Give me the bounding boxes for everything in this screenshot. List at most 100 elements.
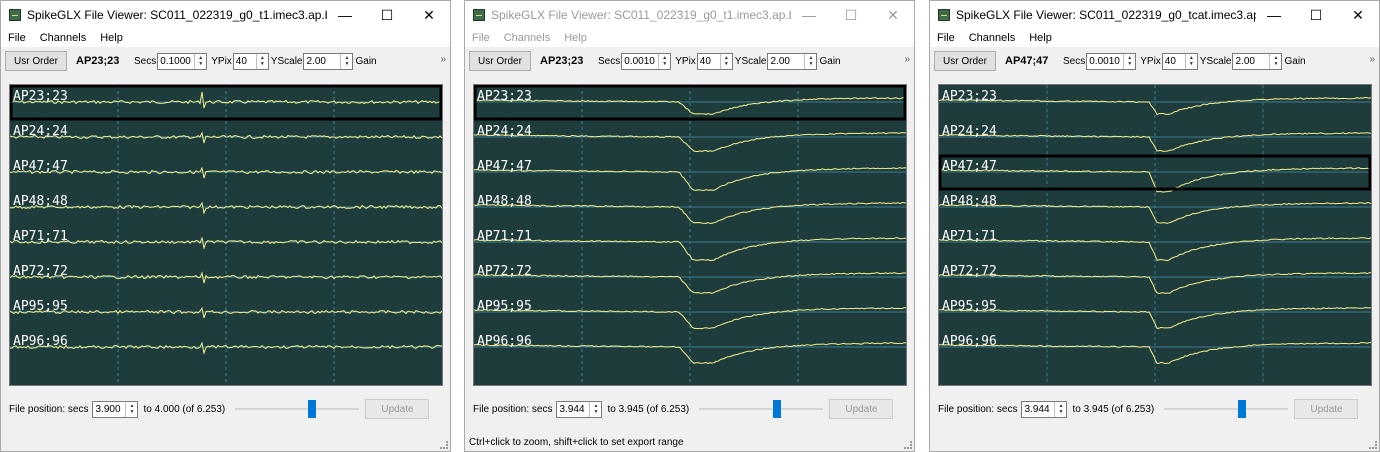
channel-label[interactable]: AP72;72 bbox=[13, 264, 68, 279]
secs-spinbox[interactable]: 0.0010 ▲ ▼ bbox=[621, 52, 672, 70]
trace-canvas[interactable]: AP23;23 AP24;24 AP47;47 AP48;48 AP71;71 AP72;… bbox=[10, 85, 442, 385]
secs-spinbox[interactable]: 0.1000 ▲ ▼ bbox=[157, 52, 208, 70]
channel-label[interactable]: AP47;47 bbox=[942, 159, 997, 174]
channel-label[interactable]: AP72;72 bbox=[942, 264, 997, 279]
channel-label[interactable]: AP71;71 bbox=[942, 229, 997, 244]
toolbar-overflow-chevron-icon[interactable]: » bbox=[904, 54, 910, 65]
secs-spinbox[interactable]: 0.0010 ▲ ▼ bbox=[1086, 52, 1137, 70]
file-position-slider[interactable] bbox=[699, 400, 824, 418]
spin-arrows-icon[interactable]: ▲ ▼ bbox=[1184, 53, 1197, 69]
spin-arrows-icon[interactable]: ▲ ▼ bbox=[194, 53, 206, 69]
channel-label[interactable]: AP72;72 bbox=[477, 264, 532, 279]
file-range-text: to 3.945 (of 6.253) bbox=[1072, 403, 1155, 415]
trace-canvas[interactable]: AP23;23 AP24;24 AP47;47 AP48;48 AP71;71 AP72;… bbox=[474, 85, 906, 385]
resize-grip-icon[interactable] bbox=[440, 441, 448, 449]
channel-label[interactable]: AP95;95 bbox=[13, 299, 68, 314]
resize-grip-icon[interactable] bbox=[904, 441, 912, 449]
file-position-spinbox[interactable]: 3.944 ▲ ▼ bbox=[556, 400, 603, 418]
ypix-spinbox[interactable]: 40 ▲ ▼ bbox=[1161, 52, 1198, 70]
spin-arrows-icon[interactable]: ▲ ▼ bbox=[1269, 53, 1281, 69]
channel-label[interactable]: AP95;95 bbox=[942, 299, 997, 314]
update-button[interactable]: Update bbox=[829, 399, 894, 419]
file-position-value: 3.944 bbox=[1024, 403, 1050, 415]
channel-label[interactable]: AP47;47 bbox=[477, 159, 532, 174]
channel-label[interactable]: AP96;96 bbox=[942, 334, 997, 349]
resize-grip-icon[interactable] bbox=[1369, 441, 1377, 449]
channel-label[interactable]: AP95;95 bbox=[477, 299, 532, 314]
close-button[interactable]: ✕ bbox=[1337, 1, 1379, 29]
minimize-button[interactable]: — bbox=[324, 1, 366, 29]
file-position-slider[interactable] bbox=[235, 400, 360, 418]
channel-label[interactable]: AP23;23 bbox=[942, 89, 997, 104]
minimize-button[interactable]: — bbox=[788, 1, 830, 29]
channel-label[interactable]: AP24;24 bbox=[942, 124, 997, 139]
spin-arrows-icon[interactable]: ▲ ▼ bbox=[255, 53, 268, 69]
maximize-button[interactable]: ☐ bbox=[1295, 1, 1337, 29]
file-position-slider[interactable] bbox=[1164, 400, 1289, 418]
channel-label[interactable]: AP71;71 bbox=[477, 229, 532, 244]
slider-track bbox=[699, 408, 824, 410]
menu-file[interactable]: File bbox=[930, 32, 962, 44]
update-button[interactable]: Update bbox=[365, 399, 430, 419]
channel-label[interactable]: AP96;96 bbox=[13, 334, 68, 349]
channel-label[interactable]: AP23;23 bbox=[13, 89, 68, 104]
menu-help[interactable]: Help bbox=[93, 32, 130, 44]
title-bar[interactable]: SpikeGLX File Viewer: SC011_022319_g0_t1… bbox=[1, 1, 450, 29]
maximize-button[interactable]: ☐ bbox=[830, 1, 872, 29]
yscale-spinbox[interactable]: 2.00 ▲ ▼ bbox=[303, 52, 354, 70]
title-bar[interactable]: SpikeGLX File Viewer: SC011_022319_g0_tc… bbox=[930, 1, 1379, 29]
menu-file[interactable]: File bbox=[465, 32, 497, 44]
update-button[interactable]: Update bbox=[1294, 399, 1359, 419]
ypix-label: YPix bbox=[211, 55, 232, 67]
menu-file[interactable]: File bbox=[1, 32, 33, 44]
trace-plot[interactable]: AP23;23 AP24;24 AP47;47 AP48;48 AP71;71 AP72;… bbox=[938, 84, 1372, 386]
channel-label[interactable]: AP71;71 bbox=[13, 229, 68, 244]
file-position-spinbox[interactable]: 3.900 ▲ ▼ bbox=[92, 400, 139, 418]
slider-thumb[interactable] bbox=[308, 400, 317, 418]
yscale-spinbox[interactable]: 2.00 ▲ ▼ bbox=[767, 52, 818, 70]
menu-help[interactable]: Help bbox=[1022, 32, 1059, 44]
slider-thumb[interactable] bbox=[1238, 400, 1247, 418]
channel-label[interactable]: AP24;24 bbox=[477, 124, 532, 139]
slider-thumb[interactable] bbox=[773, 400, 782, 418]
menu-channels[interactable]: Channels bbox=[497, 32, 557, 44]
spin-arrows-icon[interactable]: ▲ ▼ bbox=[719, 53, 732, 69]
yscale-spinbox[interactable]: 2.00 ▲ ▼ bbox=[1232, 52, 1283, 70]
ypix-spinbox[interactable]: 40 ▲ ▼ bbox=[696, 52, 733, 70]
menu-help[interactable]: Help bbox=[557, 32, 594, 44]
spin-arrows-icon[interactable]: ▲ ▼ bbox=[125, 401, 137, 417]
file-position-value: 3.900 bbox=[95, 403, 121, 415]
ypix-spinbox[interactable]: 40 ▲ ▼ bbox=[232, 52, 269, 70]
maximize-button[interactable]: ☐ bbox=[366, 1, 408, 29]
menu-channels[interactable]: Channels bbox=[962, 32, 1022, 44]
channel-label[interactable]: AP47;47 bbox=[13, 159, 68, 174]
usr-order-button[interactable]: Usr Order bbox=[5, 51, 67, 71]
spin-arrows-icon[interactable]: ▲ ▼ bbox=[1123, 53, 1135, 69]
toolbar-overflow-chevron-icon[interactable]: » bbox=[440, 54, 446, 65]
close-button[interactable]: ✕ bbox=[408, 1, 450, 29]
spin-arrows-icon[interactable]: ▲ ▼ bbox=[340, 53, 352, 69]
usr-order-button[interactable]: Usr Order bbox=[469, 51, 531, 71]
title-bar[interactable]: SpikeGLX File Viewer: SC011_022319_g0_t1… bbox=[465, 1, 914, 29]
spin-arrows-icon[interactable]: ▲ ▼ bbox=[589, 401, 601, 417]
channel-label[interactable]: AP48;48 bbox=[942, 194, 997, 209]
close-button[interactable]: ✕ bbox=[872, 1, 914, 29]
channel-label[interactable]: AP48;48 bbox=[477, 194, 532, 209]
toolbar-overflow-chevron-icon[interactable]: » bbox=[1369, 54, 1375, 65]
yscale-value: 2.00 bbox=[306, 55, 326, 67]
trace-plot[interactable]: AP23;23 AP24;24 AP47;47 AP48;48 AP71;71 AP72;… bbox=[473, 84, 907, 386]
spin-arrows-icon[interactable]: ▲ ▼ bbox=[804, 53, 816, 69]
channel-label[interactable]: AP48;48 bbox=[13, 194, 68, 209]
trace-canvas[interactable]: AP23;23 AP24;24 AP47;47 AP48;48 AP71;71 AP72;… bbox=[939, 85, 1371, 385]
minimize-button[interactable]: — bbox=[1253, 1, 1295, 29]
file-position-spinbox[interactable]: 3.944 ▲ ▼ bbox=[1021, 400, 1068, 418]
menu-channels[interactable]: Channels bbox=[33, 32, 93, 44]
usr-order-button[interactable]: Usr Order bbox=[934, 51, 996, 71]
channel-label[interactable]: AP96;96 bbox=[477, 334, 532, 349]
spin-arrows-icon[interactable]: ▲ ▼ bbox=[658, 53, 670, 69]
spin-arrows-icon[interactable]: ▲ ▼ bbox=[1054, 401, 1066, 417]
caption-buttons: — ☐ ✕ bbox=[788, 1, 914, 29]
channel-label[interactable]: AP24;24 bbox=[13, 124, 68, 139]
trace-plot[interactable]: AP23;23 AP24;24 AP47;47 AP48;48 AP71;71 AP72;… bbox=[9, 84, 443, 386]
channel-label[interactable]: AP23;23 bbox=[477, 89, 532, 104]
